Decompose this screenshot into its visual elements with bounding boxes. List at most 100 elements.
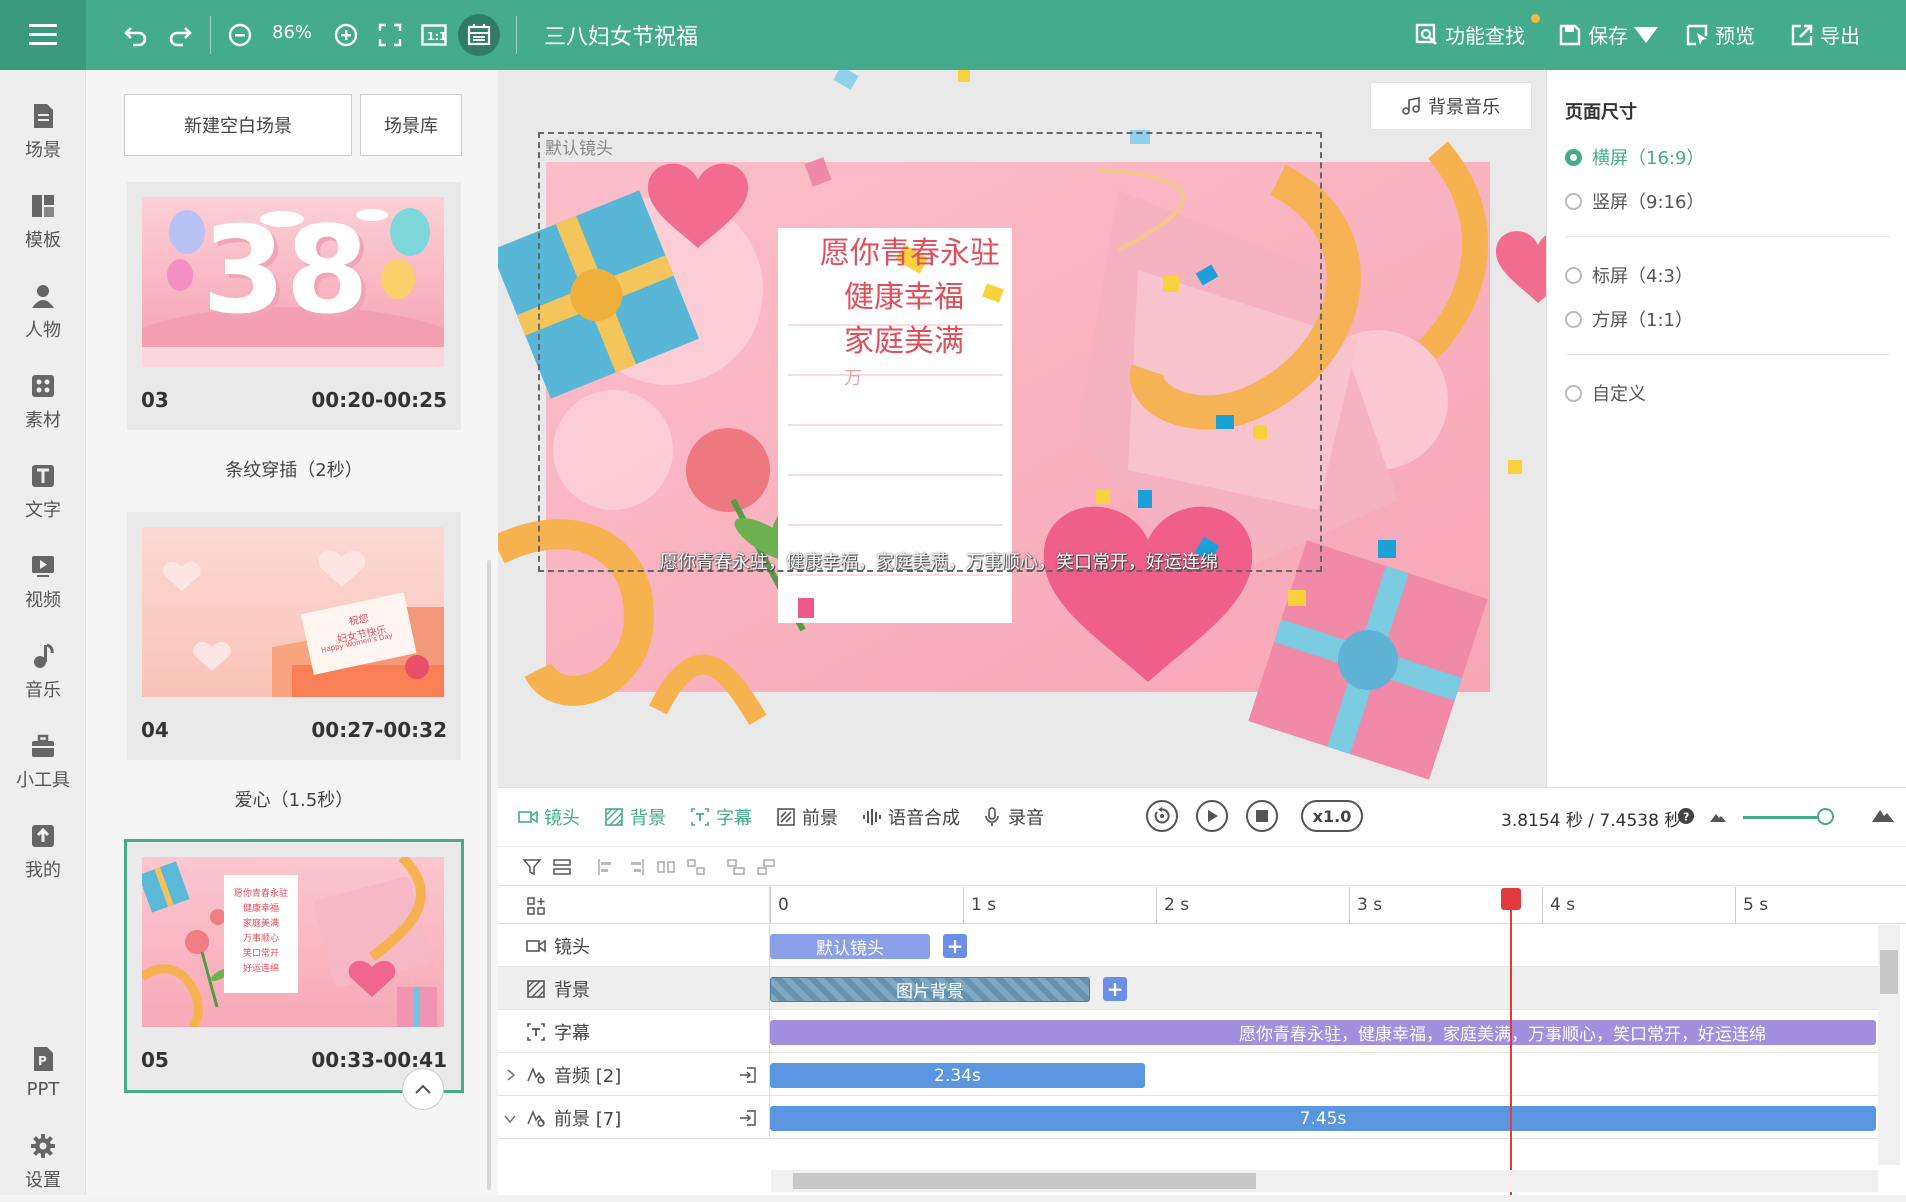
feature-search-button[interactable]: 功能查找 <box>1415 20 1525 49</box>
chevron-right-icon[interactable] <box>506 1069 516 1081</box>
scene-thumbnail: 祝您 妇女节快乐 Happy Women's Day <box>142 527 444 697</box>
size-option-16-9[interactable]: 横屏（16:9） <box>1565 144 1704 170</box>
tab-foreground[interactable]: 前景 <box>776 804 838 830</box>
radio-icon <box>1565 148 1582 166</box>
tab-background[interactable]: 背景 <box>604 804 666 830</box>
zoom-large-mountain-icon[interactable] <box>1872 806 1894 822</box>
filter-icon[interactable] <box>522 857 542 877</box>
radio-icon <box>1565 310 1582 328</box>
grid-toggle-icon[interactable] <box>458 14 500 56</box>
canvas-subtitle[interactable]: 愿你青春永驻，健康幸福，家庭美满，万事顺心，笑口常开，好运连绵 <box>660 548 1218 574</box>
playback-speed-button[interactable]: x1.0 <box>1301 800 1363 832</box>
background-icon <box>605 808 623 826</box>
nav-item-material[interactable]: 素材 <box>0 362 86 442</box>
nav-item-tools[interactable]: 小工具 <box>0 722 86 802</box>
size-option-1-1[interactable]: 方屏（1:1） <box>1565 306 1693 332</box>
card-line-3[interactable]: 家庭美满 <box>844 316 964 360</box>
ruler-tick-label: 1 s <box>971 895 997 915</box>
svg-text:1:1: 1:1 <box>427 30 447 43</box>
size-option-4-3[interactable]: 标屏（4:3） <box>1565 262 1693 288</box>
document-title[interactable]: 三八妇女节祝福 <box>544 19 698 51</box>
preview-button[interactable]: 预览 <box>1685 20 1755 49</box>
redo-icon[interactable] <box>162 17 198 53</box>
nav-item-music[interactable]: 音乐 <box>0 632 86 712</box>
background-clip[interactable]: 图片背景 <box>770 977 1090 1002</box>
help-icon[interactable]: ? <box>1678 808 1694 824</box>
tab-camera[interactable]: 镜头 <box>518 804 580 830</box>
track-label: 镜头 <box>554 936 590 958</box>
scene-library-button[interactable]: 场景库 <box>360 94 462 156</box>
ruler-tick <box>770 887 771 923</box>
export-button[interactable]: 导出 <box>1790 20 1860 49</box>
zoom-small-mountain-icon[interactable] <box>1710 810 1726 822</box>
distribute-h-icon[interactable] <box>656 857 676 877</box>
tab-record[interactable]: 录音 <box>982 804 1044 830</box>
align-left-icon[interactable] <box>596 857 616 877</box>
chevron-down-icon[interactable] <box>504 1114 516 1124</box>
add-background-button[interactable]: + <box>1103 977 1127 1001</box>
left-nav: 场景 模板 人物 素材 文字 视频 音乐 小工具 我的 P PPT 设置 <box>0 70 86 1195</box>
new-blank-scene-button[interactable]: 新建空白场景 <box>124 94 352 156</box>
align-right-icon[interactable] <box>626 857 646 877</box>
scene-card-05[interactable]: 愿你青春永驻 健康幸福 家庭美满 万事顺心 笑口常开 好运连绵 05 00:33… <box>124 839 464 1093</box>
card-line-2[interactable]: 健康幸福 <box>844 272 964 316</box>
track-foreground: 前景 [7] 7.45s <box>498 1096 1890 1139</box>
scene-card-03[interactable]: 38 03 00:20-00:25 <box>127 182 461 430</box>
foreground-clip[interactable]: 7.45s <box>770 1106 1876 1131</box>
timeline-horizontal-thumb[interactable] <box>793 1173 1256 1189</box>
size-option-9-16[interactable]: 竖屏（9:16） <box>1565 188 1704 214</box>
replay-button[interactable] <box>1146 800 1178 832</box>
subtitle-clip[interactable]: 愿你青春永驻，健康幸福，家庭美满，万事顺心，笑口常开，好运连绵 <box>770 1020 1876 1045</box>
save-button[interactable]: 保存 <box>1558 20 1658 49</box>
caret-down-icon <box>1634 26 1658 43</box>
scene-card-04[interactable]: 祝您 妇女节快乐 Happy Women's Day 04 00:27-00:3… <box>127 512 461 760</box>
card-line-4[interactable]: 万 <box>844 364 862 390</box>
ruler-tick <box>1156 887 1157 923</box>
nav-item-scene[interactable]: 场景 <box>0 92 86 172</box>
add-camera-button[interactable]: + <box>943 934 967 958</box>
ungroup-icon[interactable] <box>756 857 776 877</box>
timeline-ruler[interactable]: 0 1 s 2 s 3 s 4 s 5 s <box>498 886 1906 924</box>
zoom-out-icon[interactable] <box>222 17 258 53</box>
stop-button[interactable] <box>1246 800 1278 832</box>
track-audio: 音频 [2] 2.34s <box>498 1053 1890 1096</box>
camera-clip[interactable]: 默认镜头 <box>770 934 930 959</box>
transition-label[interactable]: 条纹穿插（2秒） <box>127 456 461 482</box>
nav-item-video[interactable]: 视频 <box>0 542 86 622</box>
add-track-icon[interactable] <box>526 896 546 916</box>
nav-item-template[interactable]: 模板 <box>0 182 86 262</box>
nav-item-mine[interactable]: 我的 <box>0 812 86 892</box>
template-icon <box>32 195 54 217</box>
actual-size-icon[interactable]: 1:1 <box>416 17 452 53</box>
nav-item-character[interactable]: 人物 <box>0 272 86 352</box>
import-icon[interactable] <box>739 1066 757 1084</box>
size-option-custom[interactable]: 自定义 <box>1565 380 1646 406</box>
video-icon <box>32 556 54 577</box>
timeline-zoom-knob[interactable] <box>1817 808 1834 825</box>
distribute-v-icon[interactable] <box>686 857 706 877</box>
tab-subtitle[interactable]: 字幕 <box>690 804 752 830</box>
card-line-1[interactable]: 愿你青春永驻 <box>820 228 1000 272</box>
timeline-zoom-track[interactable] <box>1743 816 1823 819</box>
collapse-button[interactable] <box>402 1068 444 1110</box>
layers-icon[interactable] <box>552 857 572 877</box>
import-icon[interactable] <box>739 1109 757 1127</box>
tab-tts[interactable]: 语音合成 <box>862 804 960 830</box>
nav-item-text[interactable]: 文字 <box>0 452 86 532</box>
background-icon <box>527 979 545 998</box>
background-music-button[interactable]: 背景音乐 <box>1370 82 1532 130</box>
scene-panel-scrollbar[interactable] <box>487 560 491 1190</box>
audio-clip[interactable]: 2.34s <box>770 1063 1145 1088</box>
undo-icon[interactable] <box>118 17 154 53</box>
nav-item-settings[interactable]: 设置 <box>0 1122 86 1202</box>
timeline-vertical-thumb[interactable] <box>1880 950 1898 994</box>
scene-thumbnail: 38 <box>142 197 444 367</box>
nav-item-ppt[interactable]: P PPT <box>0 1032 86 1112</box>
playhead[interactable] <box>1510 888 1512 1195</box>
transition-label[interactable]: 爱心（1.5秒） <box>127 786 461 812</box>
zoom-in-icon[interactable] <box>328 17 364 53</box>
play-button[interactable] <box>1196 800 1228 832</box>
fullscreen-icon[interactable] <box>372 17 408 53</box>
group-icon[interactable] <box>726 857 746 877</box>
menu-button[interactable] <box>0 0 86 70</box>
